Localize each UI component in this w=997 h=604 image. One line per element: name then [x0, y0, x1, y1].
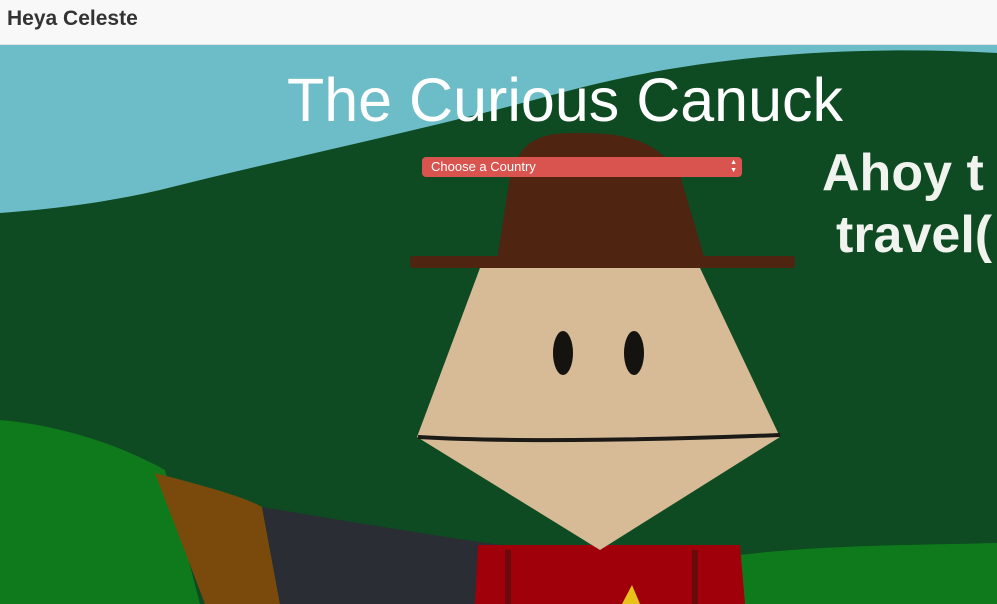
suspender-left: [505, 550, 511, 604]
page-title: The Curious Canuck: [287, 66, 844, 134]
suspender-right: [692, 550, 698, 604]
background-caption: Ahoy t travel(: [822, 142, 992, 266]
caption-line-1: Ahoy t: [822, 144, 984, 202]
hat-brim: [410, 256, 795, 268]
shirt: [475, 545, 745, 604]
country-select-value: Choose a Country: [431, 159, 536, 174]
hero-section: The Curious Canuck Choose a Country ▲ ▼ A…: [0, 45, 997, 604]
brand-link[interactable]: Heya Celeste: [7, 7, 138, 31]
right-eye: [624, 331, 644, 375]
country-select[interactable]: Choose a Country ▲ ▼: [422, 157, 742, 177]
grass-right: [740, 543, 997, 604]
left-eye: [553, 331, 573, 375]
updown-arrows-icon: ▲ ▼: [730, 159, 737, 174]
navbar: Heya Celeste: [0, 0, 997, 45]
caption-line-2: travel(: [836, 206, 993, 264]
